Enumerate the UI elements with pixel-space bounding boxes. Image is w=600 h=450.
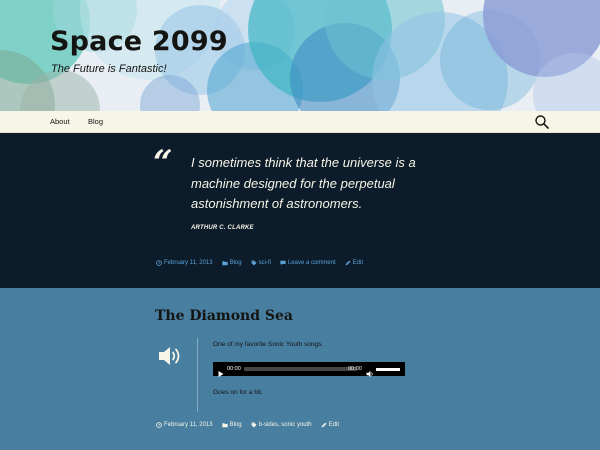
post-tags: b-sides, sonic youth xyxy=(258,422,312,428)
edit-label: Edit xyxy=(352,260,363,266)
current-time: 00:00 xyxy=(227,366,241,372)
category-link[interactable]: Blog xyxy=(221,260,242,266)
quote-mark-icon: “ xyxy=(153,143,173,183)
seek-bar[interactable] xyxy=(244,367,357,371)
site-description: The Future is Fantastic! xyxy=(51,63,167,75)
clock-icon xyxy=(156,260,162,266)
tag-icon xyxy=(251,422,257,428)
play-icon[interactable] xyxy=(217,365,225,377)
leave-comment-link[interactable]: Leave a comment xyxy=(280,260,336,266)
nav-item-about[interactable]: About xyxy=(50,117,70,126)
quote-attribution: ARTHUR C. CLARKE xyxy=(191,225,254,231)
leave-comment-label: Leave a comment xyxy=(287,260,336,266)
site-title[interactable]: Space 2099 xyxy=(50,26,228,57)
site-header: Space 2099 The Future is Fantastic! xyxy=(0,0,600,111)
edit-label: Edit xyxy=(328,422,339,428)
duration: 00:00 xyxy=(348,366,362,372)
audio-divider xyxy=(197,338,198,412)
folder-icon xyxy=(221,423,228,428)
folder-icon xyxy=(221,261,228,266)
post-category: Blog xyxy=(229,260,242,266)
clock-icon xyxy=(156,422,162,428)
pencil-icon xyxy=(321,422,327,428)
post-title[interactable]: The Diamond Sea xyxy=(155,308,293,324)
post-date: February 11, 2013 xyxy=(164,260,213,266)
audio-player: 00:00 00:00 xyxy=(213,362,405,377)
category-link[interactable]: Blog xyxy=(221,422,242,428)
volume-icon[interactable] xyxy=(366,365,374,377)
main-navigation: About Blog xyxy=(0,111,600,133)
comment-icon xyxy=(280,260,286,266)
volume-slider[interactable] xyxy=(376,368,400,371)
quote-post: “ I sometimes think that the universe is… xyxy=(0,133,600,288)
audio-intro-text: One of my favorite Sonic Youth songs. xyxy=(213,341,324,348)
post-tag: sci-fi xyxy=(258,260,271,266)
quote-text: I sometimes think that the universe is a… xyxy=(191,155,416,211)
audio-post-meta: February 11, 2013 Blog b-sides, sonic yo… xyxy=(156,422,348,428)
speaker-icon xyxy=(157,345,183,367)
edit-link[interactable]: Edit xyxy=(321,422,339,428)
quote-post-meta: February 11, 2013 Blog sci-fi Leave a co… xyxy=(156,260,372,266)
search-icon[interactable] xyxy=(534,114,550,130)
post-category: Blog xyxy=(229,422,242,428)
nav-item-blog[interactable]: Blog xyxy=(88,117,103,126)
post-date-link[interactable]: February 11, 2013 xyxy=(156,422,213,428)
tag-icon xyxy=(251,260,257,266)
edit-link[interactable]: Edit xyxy=(345,260,363,266)
tag-link[interactable]: b-sides, sonic youth xyxy=(251,422,312,428)
post-date: February 11, 2013 xyxy=(164,422,213,428)
audio-post: The Diamond Sea One of my favorite Sonic… xyxy=(0,288,600,450)
tag-link[interactable]: sci-fi xyxy=(251,260,271,266)
pencil-icon xyxy=(345,260,351,266)
post-date-link[interactable]: February 11, 2013 xyxy=(156,260,213,266)
audio-outro-text: Goes on for a bit. xyxy=(213,389,263,396)
